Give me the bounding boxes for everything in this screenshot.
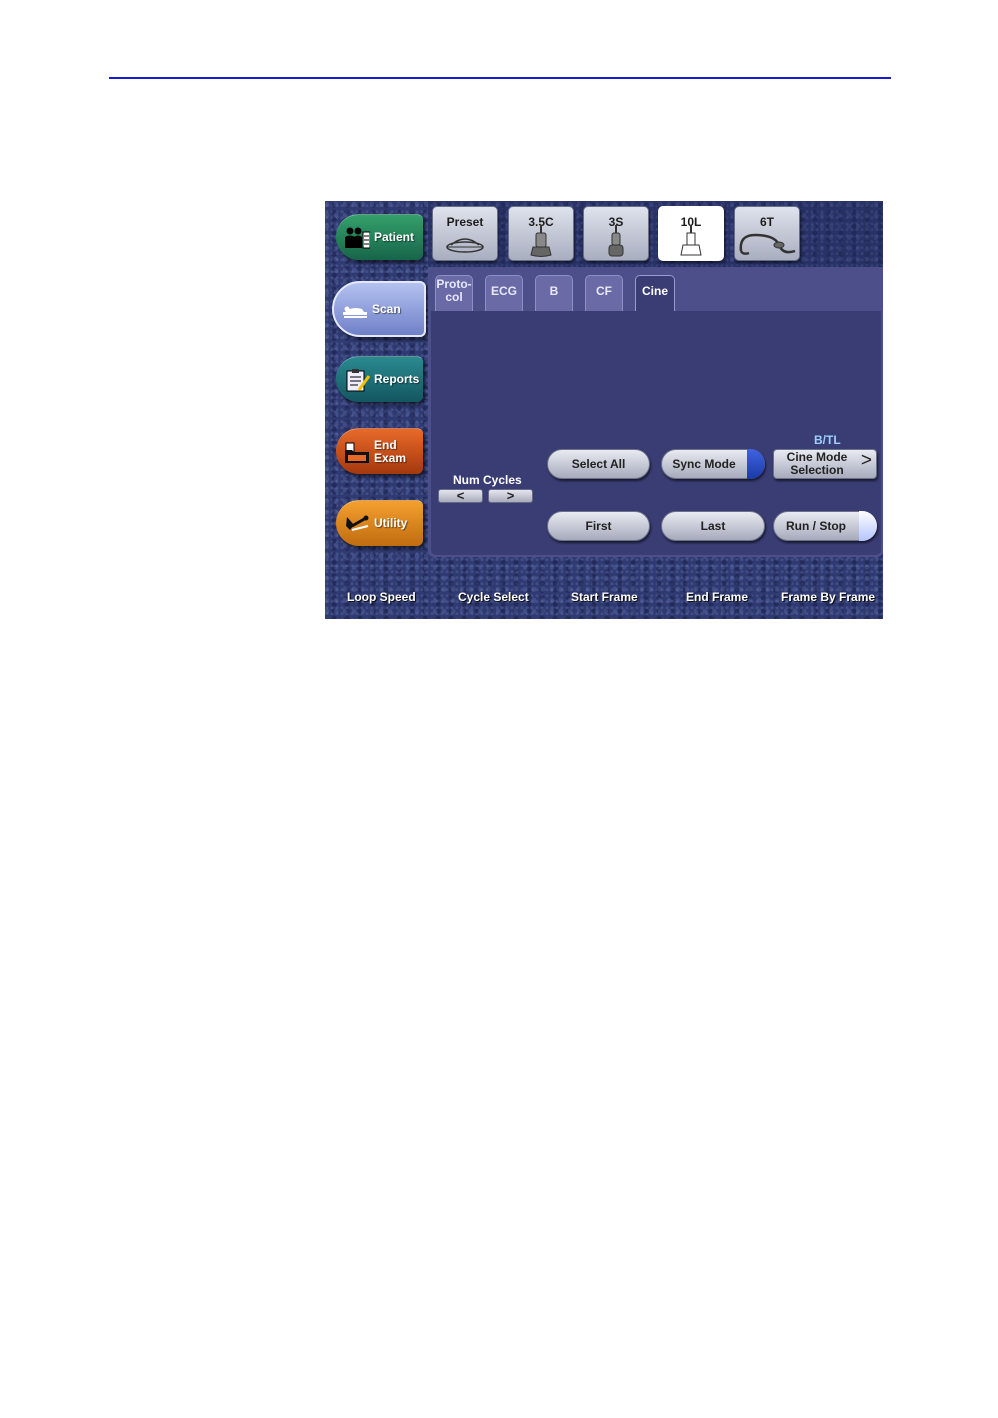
- ultrasound-touch-panel: Patient Scan Reports End Exam Utility Pr…: [325, 201, 883, 619]
- sync-mode-button[interactable]: Sync Mode: [661, 449, 765, 479]
- last-label: Last: [700, 519, 726, 533]
- patient-icon: [345, 227, 370, 248]
- end-exam-label: End Exam: [374, 437, 407, 465]
- tab-cine-label: Cine: [641, 284, 668, 298]
- run-stop-label: Run / Stop: [786, 519, 846, 533]
- tab-b-label: B: [549, 284, 559, 298]
- chevron-right-icon: >: [860, 450, 872, 471]
- patient-label: Patient: [374, 230, 415, 244]
- end-exam-line1: End: [374, 437, 397, 452]
- run-stop-indicator: [859, 511, 877, 541]
- preset-icon: [446, 238, 484, 253]
- end-frame-label: End Frame: [686, 590, 749, 604]
- probe-3.5c-button[interactable]: 3.5C: [508, 206, 574, 261]
- wrench-icon: [346, 515, 369, 531]
- clipboard-icon: [346, 368, 370, 391]
- convex-probe-icon: [530, 225, 552, 257]
- end-exam-line2: Exam: [374, 450, 407, 465]
- probe-10l-button[interactable]: 10L: [658, 206, 724, 261]
- sector-probe-icon: [608, 225, 624, 257]
- probe-3s-button[interactable]: 3S: [583, 206, 649, 261]
- chevron-left-icon: <: [456, 488, 465, 503]
- tab-protocol-line1: Proto-: [436, 277, 472, 291]
- tab-protocol-line2: col: [445, 290, 463, 304]
- tab-ecg-label: ECG: [490, 284, 517, 298]
- cine-mode-line1: Cine Mode: [786, 450, 848, 464]
- end-exam-button[interactable]: End Exam: [336, 428, 423, 474]
- tab-cine[interactable]: Cine: [635, 275, 675, 311]
- sync-mode-indicator: [747, 449, 765, 479]
- cycle-select-label: Cycle Select: [458, 590, 529, 604]
- tab-ecg[interactable]: ECG: [485, 275, 523, 311]
- num-cycles-decrease-button[interactable]: <: [438, 489, 483, 503]
- cine-mode-line2: Selection: [790, 463, 844, 477]
- tab-protocol[interactable]: Proto- col: [435, 275, 473, 311]
- probe-bar: Preset 3.5C 3S 10L 6T: [428, 201, 883, 267]
- scan-label: Scan: [372, 301, 401, 316]
- tab-b[interactable]: B: [535, 275, 573, 311]
- reports-label: Reports: [374, 372, 420, 386]
- select-all-button[interactable]: Select All: [547, 449, 650, 479]
- btl-label: B/TL: [814, 433, 841, 447]
- tab-cf-label: CF: [596, 284, 612, 298]
- tee-probe-icon: [739, 233, 796, 255]
- patient-button[interactable]: Patient: [336, 214, 423, 260]
- probe-6t-button[interactable]: 6T: [734, 206, 800, 261]
- last-frame-button[interactable]: Last: [661, 511, 765, 541]
- utility-button[interactable]: Utility: [336, 500, 423, 546]
- cine-panel: Proto- col ECG B CF Cine Select All Sync…: [428, 267, 883, 557]
- utility-label: Utility: [374, 516, 408, 530]
- cine-mode-label: Cine Mode Selection: [787, 451, 848, 477]
- cine-mode-selection-button[interactable]: Cine Mode Selection >: [773, 449, 877, 479]
- page-header-rule: [109, 77, 891, 79]
- start-frame-label: Start Frame: [571, 590, 638, 604]
- end-exam-folder-icon: [345, 442, 369, 463]
- select-all-label: Select All: [571, 457, 626, 471]
- run-stop-button[interactable]: Run / Stop: [773, 511, 877, 541]
- sync-mode-label: Sync Mode: [672, 457, 736, 471]
- loop-speed-label: Loop Speed: [347, 590, 416, 604]
- first-label: First: [585, 519, 612, 533]
- probe-preset-button[interactable]: Preset: [432, 206, 498, 261]
- frame-by-frame-label: Frame By Frame: [781, 590, 876, 604]
- reports-button[interactable]: Reports: [336, 356, 423, 402]
- first-frame-button[interactable]: First: [547, 511, 650, 541]
- num-cycles-increase-button[interactable]: >: [488, 489, 533, 503]
- scan-bed-icon: [343, 306, 367, 318]
- chevron-right-icon: >: [506, 488, 515, 503]
- linear-probe-icon: [680, 225, 702, 256]
- cine-tab-content: Select All Sync Mode B/TL Cine Mode Sele…: [431, 311, 881, 555]
- num-cycles-label: Num Cycles: [453, 473, 522, 487]
- tab-cf[interactable]: CF: [585, 275, 623, 311]
- scan-button[interactable]: Scan: [332, 281, 426, 337]
